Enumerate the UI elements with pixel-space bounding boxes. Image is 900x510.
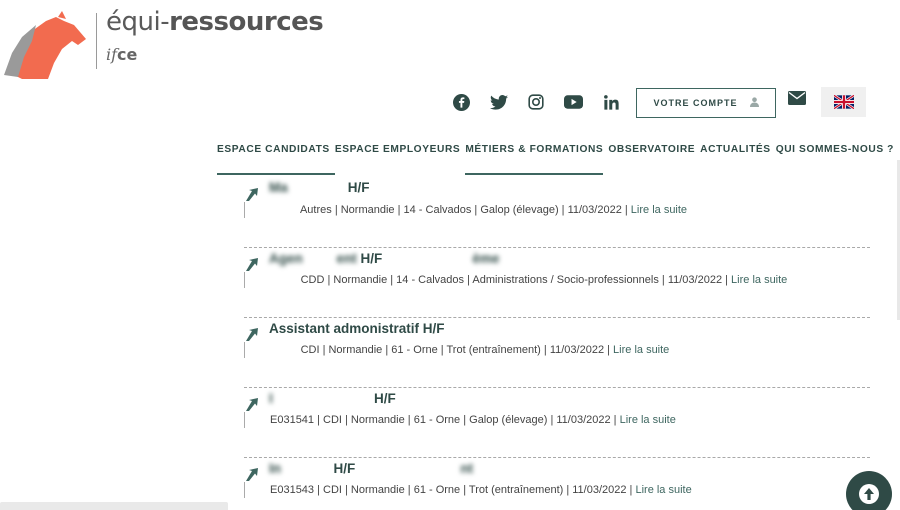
user-icon — [749, 97, 759, 109]
account-button-label: VOTRE COMPTE — [653, 98, 738, 108]
job-listing[interactable]: I H/F E031541 | CDI | Normandie | 61 - O… — [244, 388, 870, 458]
job-meta: Autres | Normandie | 14 - Calvados | Gal… — [244, 202, 687, 218]
twitter-icon[interactable] — [486, 89, 512, 115]
logo-subtitle: ifce — [106, 45, 138, 64]
scroll-to-top-button[interactable] — [846, 471, 892, 510]
nav-observatoire[interactable]: OBSERVATOIRE — [608, 144, 695, 175]
horse-head-logo-icon — [4, 11, 86, 79]
nav-metiers-formations[interactable]: MÉTIERS & FORMATIONS — [465, 144, 604, 175]
obscured-text — [270, 272, 298, 288]
job-listing[interactable]: Assistant admonistratif H/F CDI | Norman… — [244, 318, 870, 388]
job-listing[interactable]: In H/F nt E031543 | CDI | Normandie | 61… — [244, 458, 870, 510]
read-more-link[interactable]: Lire la suite — [620, 414, 676, 426]
language-button[interactable] — [821, 87, 866, 117]
job-listing[interactable]: Agen ent H/F ème CDD | Normandie | 14 - … — [244, 248, 870, 318]
nav-actualites[interactable]: ACTUALITÉS — [700, 144, 771, 175]
job-title[interactable]: I H/F — [269, 391, 396, 406]
obscured-text: I — [269, 391, 371, 406]
social-links — [448, 89, 636, 115]
main-nav: ESPACE CANDIDATS ESPACE EMPLOYEURS MÉTIE… — [217, 144, 899, 175]
obscured-text: ème — [386, 251, 500, 266]
job-listing[interactable]: Ma H/F Autres | Normandie | 14 - Calvado… — [244, 178, 870, 248]
job-meta: CDD | Normandie | 14 - Calvados | Admini… — [244, 272, 787, 288]
read-more-link[interactable]: Lire la suite — [631, 204, 687, 216]
instagram-icon[interactable] — [523, 89, 549, 115]
listing-arrow-icon — [246, 258, 258, 271]
listing-arrow-icon — [246, 468, 258, 481]
obscured-text: nt — [359, 461, 474, 476]
obscured-text — [270, 342, 298, 358]
linkedin-icon[interactable] — [598, 89, 624, 115]
job-title[interactable]: Agen ent H/F ème — [269, 251, 499, 266]
read-more-link[interactable]: Lire la suite — [731, 274, 787, 286]
site-logo[interactable]: équi-ressources ifce — [0, 5, 324, 85]
facebook-icon[interactable] — [448, 89, 474, 115]
job-title[interactable]: Assistant admonistratif H/F — [269, 321, 445, 336]
nav-espace-employeurs[interactable]: ESPACE EMPLOYEURS — [335, 144, 461, 175]
job-title[interactable]: Ma H/F — [269, 180, 370, 195]
youtube-icon[interactable] — [561, 89, 587, 115]
account-button[interactable]: VOTRE COMPTE — [636, 88, 776, 118]
mail-icon[interactable] — [788, 91, 808, 111]
arrow-up-icon — [859, 484, 879, 504]
job-listings: Ma H/F Autres | Normandie | 14 - Calvado… — [244, 178, 870, 510]
obscured-text: Ma — [269, 180, 345, 195]
job-meta: E031543 | CDI | Normandie | 61 - Orne | … — [244, 482, 692, 498]
nav-qui-sommes-nous[interactable]: QUI SOMMES-NOUS ? — [776, 144, 894, 175]
job-title[interactable]: In H/F nt — [269, 461, 473, 476]
listing-arrow-icon — [246, 188, 258, 201]
job-meta: E031541 | CDI | Normandie | 61 - Orne | … — [244, 412, 676, 428]
read-more-link[interactable]: Lire la suite — [613, 344, 669, 356]
uk-flag-icon — [833, 95, 854, 109]
nav-espace-candidats[interactable]: ESPACE CANDIDATS — [217, 144, 335, 175]
logo-divider — [96, 13, 97, 69]
listing-arrow-icon — [246, 328, 258, 341]
job-meta: CDI | Normandie | 61 - Orne | Trot (entr… — [244, 342, 669, 358]
read-more-link[interactable]: Lire la suite — [635, 484, 691, 496]
obscured-text: Agen ent — [269, 251, 357, 266]
obscured-text — [270, 202, 298, 218]
cookie-banner-fragment — [0, 502, 228, 510]
logo-title: équi-ressources — [106, 7, 324, 37]
obscured-text: In — [269, 461, 330, 476]
listing-arrow-icon — [246, 398, 258, 411]
